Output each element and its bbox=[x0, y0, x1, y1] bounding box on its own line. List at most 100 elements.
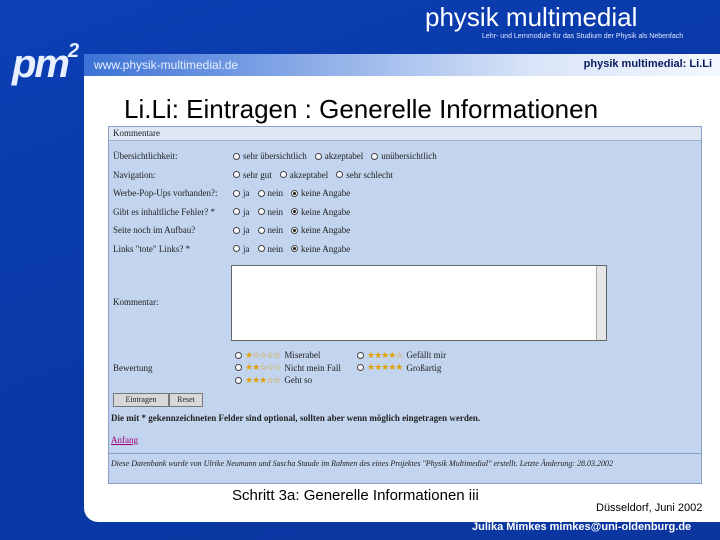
place-date: Düsseldorf, Juni 2002 bbox=[596, 502, 703, 514]
radio-option[interactable]: akzeptabel bbox=[279, 169, 329, 180]
radio-label: nein bbox=[267, 243, 284, 254]
star-rating-icon: ★★★★★ bbox=[367, 362, 403, 372]
radio-button[interactable] bbox=[233, 226, 240, 234]
rating-label-text: Miserabel bbox=[284, 350, 321, 360]
radio-label: akzeptabel bbox=[324, 151, 364, 161]
radio-option[interactable]: nein bbox=[257, 243, 284, 254]
radio-label: ja bbox=[243, 206, 250, 217]
rating-option[interactable]: ★★★★☆ Gefällt mir bbox=[357, 349, 446, 361]
radio-button[interactable] bbox=[235, 351, 242, 359]
radio-button[interactable] bbox=[257, 189, 265, 197]
radio-label: ja bbox=[243, 188, 250, 198]
pm2-logo: pm2 bbox=[4, 16, 90, 86]
rating-label-text: Gefällt mir bbox=[406, 350, 447, 360]
form-row-label: Links "tote" Links? * bbox=[113, 243, 191, 254]
radio-option[interactable]: keine Angabe bbox=[291, 207, 350, 217]
radio-button[interactable] bbox=[314, 152, 322, 160]
form-row-label: Seite noch im Aufbau? bbox=[113, 225, 196, 235]
radio-option[interactable]: sehr übersichtlich bbox=[233, 151, 307, 161]
radio-button[interactable] bbox=[291, 208, 298, 215]
form-row: Gibt es inhaltliche Fehler? * ja nein keine… bbox=[113, 205, 358, 219]
radio-button[interactable] bbox=[233, 245, 240, 252]
radio-label: sehr schlecht bbox=[346, 169, 393, 180]
footer-divider bbox=[109, 453, 701, 454]
form-row-label: Gibt es inhaltliche Fehler? * bbox=[113, 206, 215, 217]
radio-button[interactable] bbox=[291, 226, 298, 234]
comment-textarea[interactable] bbox=[231, 265, 607, 341]
radio-option[interactable]: sehr schlecht bbox=[336, 170, 393, 180]
rating-label-text: Großartig bbox=[406, 362, 442, 373]
radio-option[interactable]: keine Angabe bbox=[291, 188, 350, 198]
radio-button[interactable] bbox=[233, 208, 240, 215]
form-row: Werbe-Pop-Ups vorhanden?: ja nein keine Ang… bbox=[113, 186, 358, 200]
star-rating-icon: ★☆☆☆☆ bbox=[245, 349, 281, 360]
radio-label: keine Angabe bbox=[301, 225, 351, 235]
section-name: physik multimedial: Li.Li bbox=[583, 58, 712, 70]
radio-label: keine Angabe bbox=[301, 188, 351, 198]
rating-option[interactable]: ★★★☆☆ Geht so bbox=[235, 374, 312, 386]
star-rating-icon: ★★★★☆ bbox=[367, 349, 403, 360]
rating-option[interactable]: ★★☆☆☆ Nicht mein Fall bbox=[235, 362, 341, 374]
rating-option[interactable]: ★☆☆☆☆ Miserabel bbox=[235, 349, 320, 361]
radio-button[interactable] bbox=[233, 152, 240, 160]
form-row: Navigation: sehr gut akzeptabel sehr schlec… bbox=[113, 168, 401, 182]
radio-option[interactable]: nein bbox=[257, 206, 284, 217]
rating-label-text: Geht so bbox=[284, 375, 313, 385]
radio-button[interactable] bbox=[257, 245, 265, 252]
radio-label: nein bbox=[267, 206, 284, 217]
radio-option[interactable]: nein bbox=[257, 225, 283, 235]
radio-button[interactable] bbox=[371, 152, 379, 160]
site-url[interactable]: www.physik-multimedial.de bbox=[94, 58, 238, 72]
reset-button[interactable]: Reset bbox=[169, 393, 203, 407]
radio-button[interactable] bbox=[291, 245, 298, 252]
radio-option[interactable]: nein bbox=[257, 188, 284, 198]
rating-option[interactable]: ★★★★★ Großartig bbox=[357, 362, 441, 374]
radio-option[interactable]: sehr gut bbox=[233, 170, 272, 180]
form-row-label: Übersichtlichkeit: bbox=[113, 151, 178, 161]
site-title: physik multimedial bbox=[425, 2, 638, 32]
radio-button[interactable] bbox=[233, 189, 240, 197]
radio-label: akzeptabel bbox=[289, 169, 329, 180]
radio-label: sehr übersichtlich bbox=[243, 151, 307, 161]
rating-label-text: Nicht mein Fall bbox=[284, 362, 341, 373]
radio-option[interactable]: akzeptabel bbox=[314, 151, 364, 161]
radio-button[interactable] bbox=[233, 171, 240, 178]
radio-button[interactable] bbox=[257, 208, 265, 215]
radio-button[interactable] bbox=[235, 364, 242, 371]
radio-button[interactable] bbox=[235, 376, 242, 384]
radio-option[interactable]: ja bbox=[233, 207, 250, 217]
radio-option[interactable]: ja bbox=[233, 244, 250, 254]
radio-button[interactable] bbox=[279, 171, 287, 178]
radio-button[interactable] bbox=[357, 364, 364, 371]
radio-button[interactable] bbox=[357, 351, 364, 359]
radio-option[interactable]: ja bbox=[233, 188, 250, 198]
form-row-label: Werbe-Pop-Ups vorhanden?: bbox=[113, 188, 218, 198]
radio-option[interactable]: unübersichtlich bbox=[371, 151, 437, 161]
author: Julika Mimkes mimkes@uni-oldenburg.de bbox=[472, 521, 692, 533]
radio-label: ja bbox=[243, 243, 250, 254]
slide-caption: Schritt 3a: Generelle Informationen iii bbox=[232, 487, 479, 504]
radio-label: sehr gut bbox=[243, 169, 272, 180]
form-note: Die mit * gekennzeichneten Felder sind o… bbox=[111, 413, 481, 423]
radio-option[interactable]: keine Angabe bbox=[291, 225, 350, 235]
radio-label: nein bbox=[267, 188, 284, 198]
star-rating-icon: ★★★☆☆ bbox=[245, 374, 281, 385]
radio-button[interactable] bbox=[257, 226, 265, 234]
radio-label: keine Angabe bbox=[301, 243, 351, 254]
star-rating-icon: ★★☆☆☆ bbox=[245, 362, 281, 372]
form-row: Übersichtlichkeit: sehr übersichtlich akze… bbox=[113, 149, 445, 163]
radio-option[interactable]: ja bbox=[233, 225, 250, 235]
form-row-label: Navigation: bbox=[113, 169, 156, 180]
textarea-scrollbar[interactable] bbox=[596, 266, 606, 340]
submit-button[interactable]: Eintragen bbox=[113, 393, 169, 407]
anfang-link[interactable]: Anfang bbox=[111, 435, 138, 445]
form-header: Kommentare bbox=[109, 127, 701, 141]
form-row: Seite noch im Aufbau? ja nein keine Angabe bbox=[113, 223, 358, 237]
slide-title: Li.Li: Eintragen : Generelle Information… bbox=[124, 94, 599, 124]
radio-button[interactable] bbox=[291, 189, 298, 197]
comment-label: Kommentar: bbox=[113, 297, 159, 307]
radio-button[interactable] bbox=[336, 171, 344, 178]
form-screenshot: Kommentare Übersichtlichkeit: sehr übersi… bbox=[108, 126, 702, 484]
radio-label: keine Angabe bbox=[301, 206, 351, 217]
radio-option[interactable]: keine Angabe bbox=[291, 244, 350, 254]
